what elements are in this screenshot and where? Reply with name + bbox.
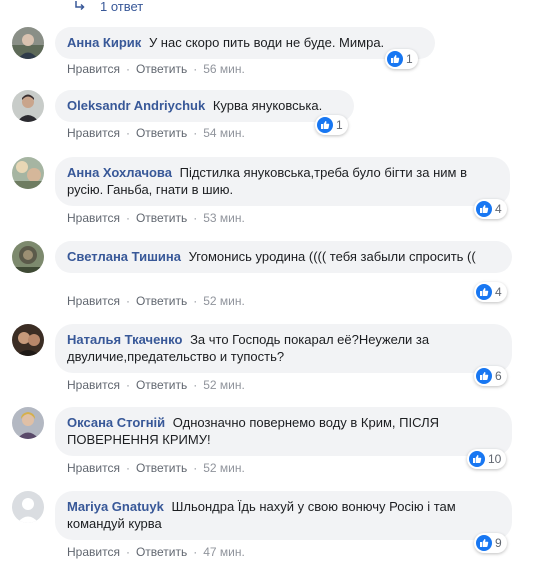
profile-photo-icon (12, 407, 44, 439)
comment-author[interactable]: Mariya Gnatuyk (67, 499, 164, 514)
separator: · (193, 62, 198, 76)
like-icon (387, 51, 403, 67)
comment-timestamp[interactable]: 56 мин. (203, 62, 245, 76)
like-button[interactable]: Нравится (67, 126, 120, 140)
like-icon (476, 368, 492, 384)
reaction-count[interactable]: 1 (315, 115, 348, 135)
replies-count: 1 ответ (100, 0, 144, 14)
reply-button[interactable]: Ответить (136, 62, 187, 76)
avatar[interactable] (12, 157, 44, 189)
reply-arrow-icon (75, 1, 85, 11)
like-count: 6 (495, 369, 502, 383)
like-icon (476, 535, 492, 551)
separator: · (125, 545, 130, 559)
reply-button[interactable]: Ответить (136, 294, 187, 308)
profile-photo-icon (12, 157, 44, 189)
avatar[interactable] (12, 491, 44, 523)
comment-actions: Нравится · Ответить · 56 мин. (67, 62, 245, 76)
separator: · (193, 294, 198, 308)
separator: · (193, 545, 198, 559)
comment-text: У нас скоро пить води не буде. Мимра. (148, 35, 385, 50)
reply-button[interactable]: Ответить (136, 126, 187, 140)
separator: · (125, 62, 130, 76)
like-count: 4 (495, 202, 502, 216)
comment-actions: Нравится · Ответить · 52 мин. (67, 294, 245, 308)
comment-bubble: Оксана Стогній Однозначно повернемо воду… (55, 407, 512, 456)
separator: · (193, 461, 198, 475)
like-icon (476, 284, 492, 300)
separator: · (125, 461, 130, 475)
like-button[interactable]: Нравится (67, 545, 120, 559)
comment-actions: Нравится · Ответить · 54 мин. (67, 126, 245, 140)
comment-timestamp[interactable]: 52 мин. (203, 378, 245, 392)
profile-photo-icon (12, 90, 44, 122)
like-count: 1 (406, 52, 413, 66)
like-button[interactable]: Нравится (67, 294, 120, 308)
like-count: 9 (495, 536, 502, 550)
reaction-count[interactable]: 4 (474, 199, 507, 219)
reply-button[interactable]: Ответить (136, 378, 187, 392)
comment-author[interactable]: Наталья Ткаченко (67, 332, 182, 347)
comment-author[interactable]: Анна Кирик (67, 35, 141, 50)
profile-photo-icon (12, 27, 44, 59)
comment-bubble: Анна Кирик У нас скоро пить води не буде… (55, 27, 435, 59)
separator: · (125, 211, 130, 225)
comment-bubble: Oleksandr Andriychuk Курва януковська. (55, 90, 354, 122)
separator: · (193, 378, 198, 392)
reply-button[interactable]: Ответить (136, 211, 187, 225)
comment-author[interactable]: Анна Хохлачова (67, 165, 172, 180)
comment-author[interactable]: Oleksandr Andriychuk (67, 98, 205, 113)
profile-photo-icon (12, 324, 44, 356)
reply-button[interactable]: Ответить (136, 545, 187, 559)
avatar[interactable] (12, 324, 44, 356)
avatar[interactable] (12, 90, 44, 122)
like-icon (469, 451, 485, 467)
comment-actions: Нравится · Ответить · 52 мин. (67, 461, 245, 475)
comment-actions: Нравится · Ответить · 53 мин. (67, 211, 245, 225)
comment-timestamp[interactable]: 52 мин. (203, 294, 245, 308)
reply-button[interactable]: Ответить (136, 461, 187, 475)
like-count: 4 (495, 285, 502, 299)
default-avatar-icon (12, 491, 44, 523)
separator: · (125, 294, 130, 308)
separator: · (125, 378, 130, 392)
profile-photo-icon (12, 241, 44, 273)
separator: · (193, 126, 198, 140)
like-icon (476, 201, 492, 217)
reaction-count[interactable]: 1 (385, 49, 418, 69)
avatar[interactable] (12, 27, 44, 59)
comment-actions: Нравится · Ответить · 47 мин. (67, 545, 245, 559)
comment-text: Курва януковська. (212, 98, 323, 113)
comment-author[interactable]: Оксана Стогній (67, 415, 165, 430)
like-count: 1 (336, 118, 343, 132)
comment-bubble: Светлана Тишина Угомонись уродина (((( т… (55, 241, 512, 273)
comment-bubble: Mariya Gnatuyk Шльондра Їдь нахуй у свою… (55, 491, 512, 540)
separator: · (193, 211, 198, 225)
reaction-count[interactable]: 6 (474, 366, 507, 386)
reaction-count[interactable]: 9 (474, 533, 507, 553)
avatar[interactable] (12, 241, 44, 273)
like-icon (317, 117, 333, 133)
like-button[interactable]: Нравится (67, 378, 120, 392)
comment-timestamp[interactable]: 54 мин. (203, 126, 245, 140)
comment-bubble: Анна Хохлачова Підстилка януковська,треб… (55, 157, 510, 206)
reaction-count[interactable]: 10 (467, 449, 507, 469)
comment-text: Угомонись уродина (((( тебя забыли спрос… (188, 249, 476, 264)
comment-actions: Нравится · Ответить · 52 мин. (67, 378, 245, 392)
replies-link[interactable]: 1 ответ (74, 0, 143, 14)
comment-author[interactable]: Светлана Тишина (67, 249, 181, 264)
comment-timestamp[interactable]: 47 мин. (203, 545, 245, 559)
comment-timestamp[interactable]: 53 мин. (203, 211, 245, 225)
separator: · (125, 126, 130, 140)
like-count: 10 (488, 452, 502, 466)
comment-timestamp[interactable]: 52 мин. (203, 461, 245, 475)
like-button[interactable]: Нравится (67, 62, 120, 76)
avatar[interactable] (12, 407, 44, 439)
like-button[interactable]: Нравится (67, 211, 120, 225)
reaction-count[interactable]: 4 (474, 282, 507, 302)
like-button[interactable]: Нравится (67, 461, 120, 475)
comment-bubble: Наталья Ткаченко За что Господь покарал … (55, 324, 512, 373)
